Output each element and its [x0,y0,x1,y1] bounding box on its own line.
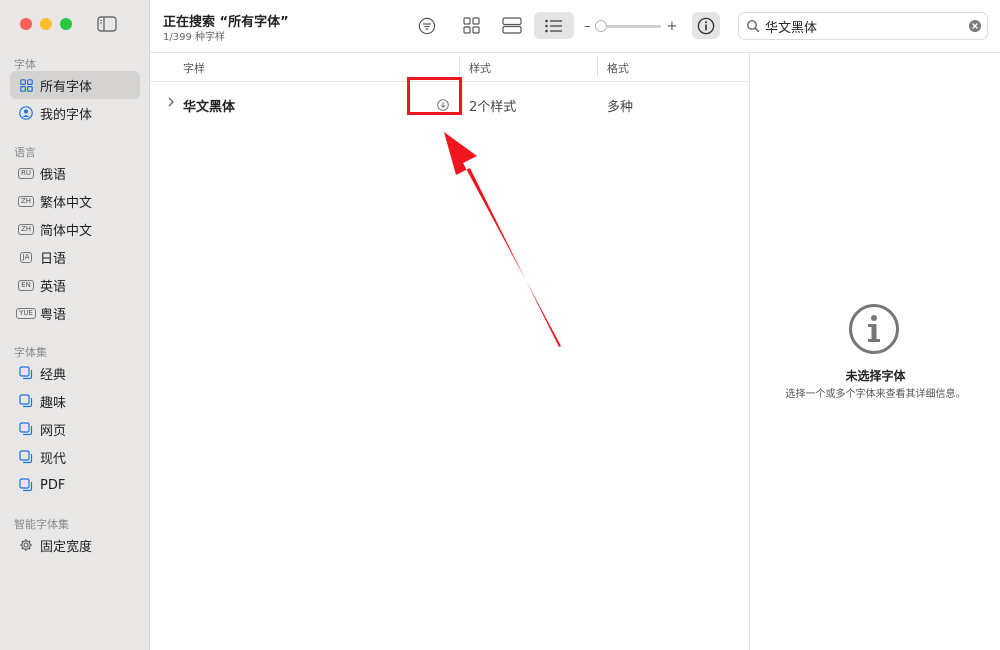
filter-icon [418,17,436,34]
language-badge-icon: RU [18,165,34,181]
section-title-languages: 语言 [14,146,36,159]
sidebar-item-pdf[interactable]: PDF [10,471,140,499]
language-badge-icon: YUE [16,305,36,321]
sidebar-item-label: 网页 [40,423,67,439]
highlight-box [407,77,462,115]
language-badge-icon: EN [18,277,34,293]
gear-icon [18,537,34,553]
detail-pane: 未选择字体 选择一个或多个字体来查看其详细信息。 [749,53,1000,650]
sidebar-item-label: 粤语 [40,307,67,323]
sidebar-item-label: 我的字体 [40,107,93,123]
size-slider[interactable]: – + [584,17,686,35]
sample-view-button[interactable] [492,12,532,39]
sidebar-item-fun[interactable]: 趣味 [10,387,140,415]
language-badge-icon: ZH [17,221,35,237]
sidebar-item-traditional-chinese[interactable]: ZH 繁体中文 [10,187,140,215]
font-style-count: 2个样式 [469,100,517,115]
clear-search-icon[interactable] [969,20,981,32]
column-divider[interactable] [597,57,598,77]
sidebar-item-label: 日语 [40,251,67,267]
collection-icon [18,477,34,493]
sidebar: 字体 所有字体 我的字体 语言 RU 俄语 ZH 繁体中文 ZH 简体中文 JA… [0,0,150,650]
sidebar-item-my-fonts[interactable]: 我的字体 [10,99,140,127]
section-title-collections: 字体集 [14,346,47,359]
sidebar-item-label: PDF [40,477,66,493]
column-header-typeface[interactable]: 字样 [183,60,205,76]
collection-icon [18,421,34,437]
grid-icon [18,77,34,93]
sidebar-item-label: 俄语 [40,167,67,183]
column-header-styles[interactable]: 样式 [469,60,491,76]
sidebar-item-cantonese[interactable]: YUE 粤语 [10,299,140,327]
sidebar-item-label: 经典 [40,367,67,383]
sidebar-item-web[interactable]: 网页 [10,415,140,443]
font-book-window: 字体 所有字体 我的字体 语言 RU 俄语 ZH 繁体中文 ZH 简体中文 JA… [0,0,1000,650]
column-header-format[interactable]: 格式 [607,60,629,76]
search-field[interactable] [738,12,988,40]
no-selection-title: 未选择字体 [845,369,906,383]
sidebar-item-classic[interactable]: 经典 [10,359,140,387]
sidebar-item-label: 所有字体 [40,79,93,95]
language-badge-icon: JA [18,249,34,265]
list-view-icon [545,19,562,32]
sidebar-item-all-fonts[interactable]: 所有字体 [10,71,140,99]
search-icon [746,19,760,33]
sidebar-item-simplified-chinese[interactable]: ZH 简体中文 [10,215,140,243]
sidebar-item-english[interactable]: EN 英语 [10,271,140,299]
sidebar-item-label: 英语 [40,279,67,295]
info-button[interactable] [692,12,720,39]
slider-track[interactable] [594,19,661,32]
slider-plus-label: + [666,18,678,34]
font-name: 华文黑体 [183,100,236,115]
grid-view-icon [462,17,480,34]
collection-icon [18,449,34,465]
grid-view-button[interactable] [451,12,491,39]
info-large-icon [849,304,899,354]
sidebar-item-japanese[interactable]: JA 日语 [10,243,140,271]
section-title-smart-collections: 智能字体集 [14,518,69,531]
sidebar-item-russian[interactable]: RU 俄语 [10,159,140,187]
sidebar-item-label: 趣味 [40,395,67,411]
search-input[interactable] [765,17,955,35]
sidebar-item-label: 固定宽度 [40,539,93,555]
sidebar-item-fixed-width[interactable]: 固定宽度 [10,531,140,559]
chevron-right-icon[interactable] [167,96,175,110]
column-divider[interactable] [459,57,460,77]
main-area: 正在搜索 “所有字体” 1/399 种字样 – + 华文黑体 字样 样式 格式 … [150,0,1000,650]
language-badge-icon: ZH [17,193,35,209]
no-selection-description: 选择一个或多个字体来查看其详细信息。 [785,389,966,400]
font-count: 1/399 种字样 [163,32,225,43]
sidebar-item-label: 简体中文 [40,223,93,239]
info-icon [697,17,715,34]
zoom-window-button[interactable] [60,18,72,30]
sidebar-item-modern[interactable]: 现代 [10,443,140,471]
section-title-fonts: 字体 [14,58,36,71]
list-view-button[interactable] [534,12,574,39]
collection-icon [18,365,34,381]
font-format: 多种 [607,100,634,115]
sidebar-toggle-icon[interactable] [97,16,117,32]
close-window-button[interactable] [20,18,32,30]
font-table: 字样 样式 格式 华文黑体 2个样式 多种 [150,53,749,650]
person-icon [18,105,34,121]
slider-knob[interactable] [594,19,607,32]
sidebar-item-label: 繁体中文 [40,195,93,211]
window-controls [20,18,72,30]
sidebar-item-label: 现代 [40,451,67,467]
toolbar: 正在搜索 “所有字体” 1/399 种字样 – + [150,0,1000,53]
strip-view-icon [502,17,522,34]
filter-button[interactable] [407,12,447,39]
collection-icon [18,393,34,409]
minimize-window-button[interactable] [40,18,52,30]
slider-minus-label: – [584,18,591,34]
